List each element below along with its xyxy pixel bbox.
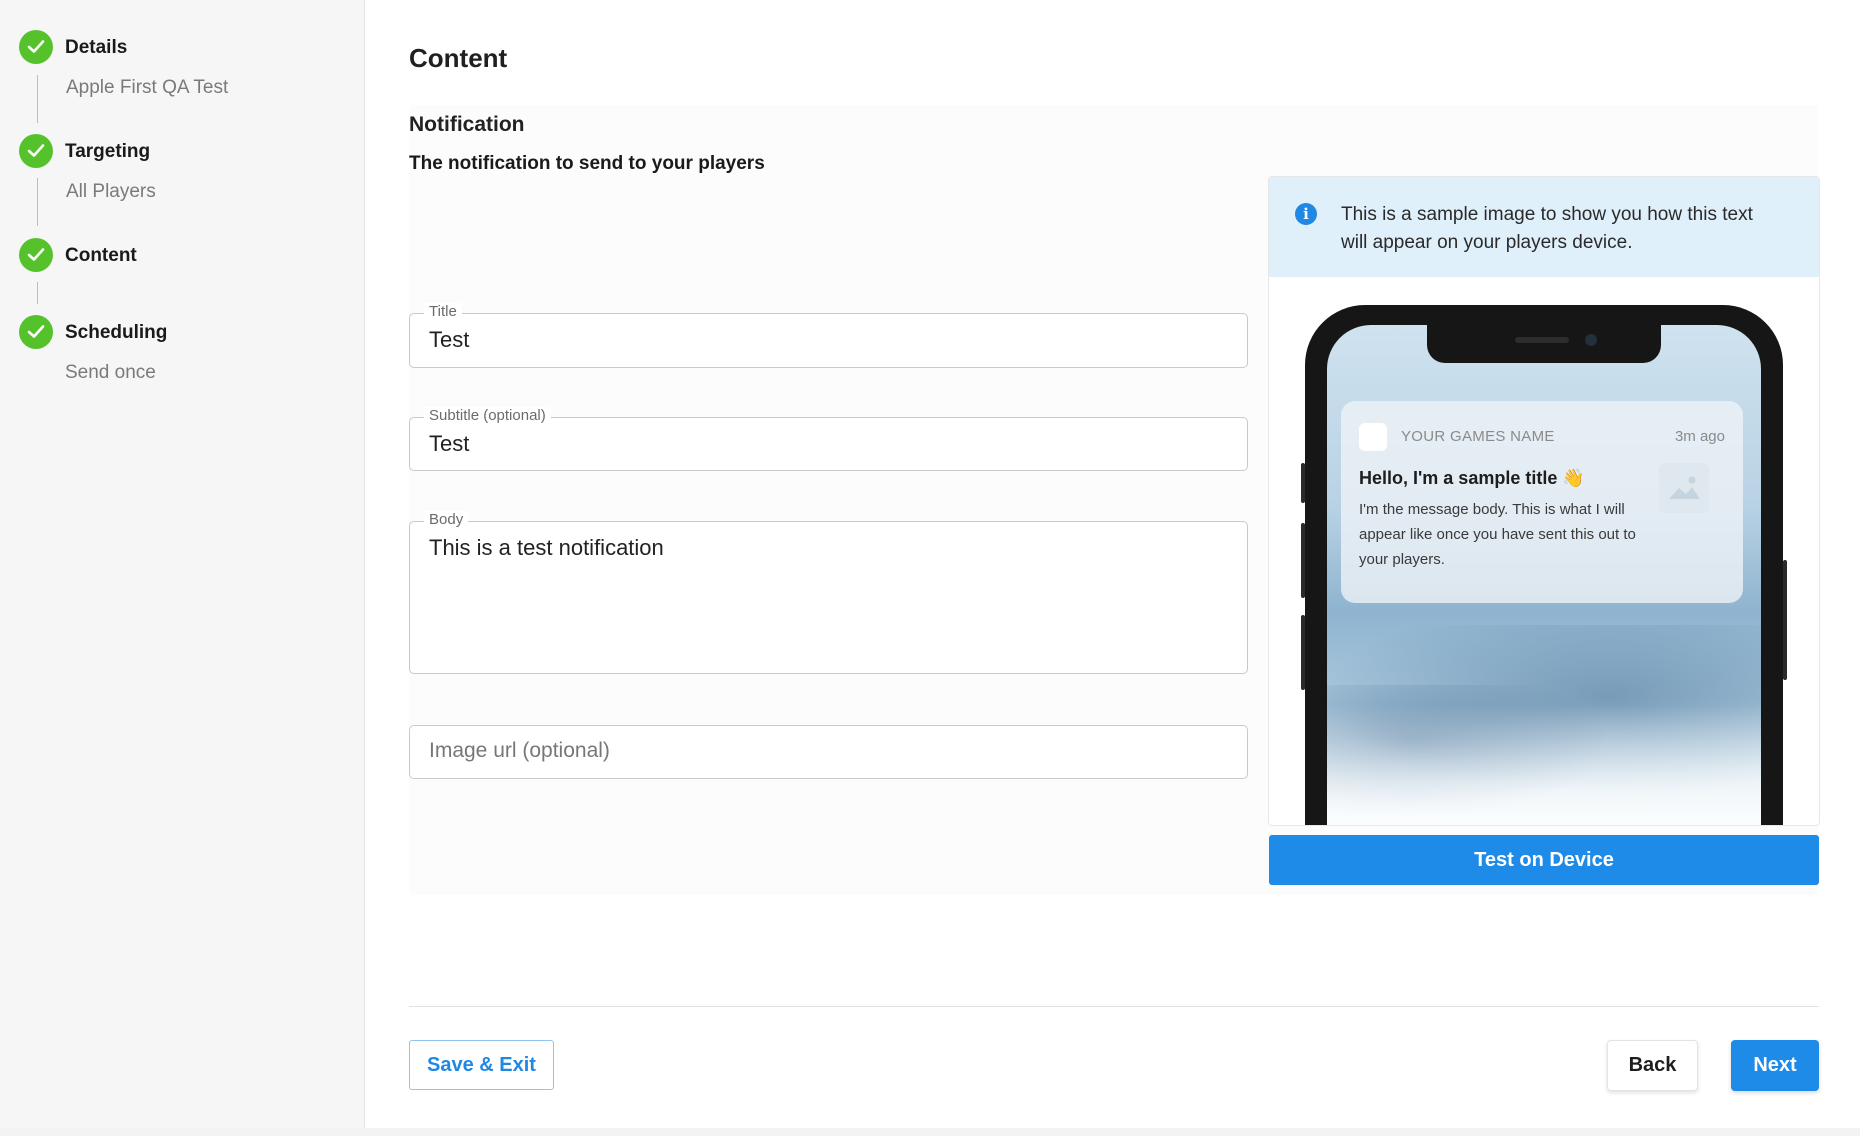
title-field-label: Title [424,303,462,320]
body-field-value[interactable]: This is a test notification [429,535,664,561]
info-icon: i [1295,203,1317,225]
phone-screen: YOUR GAMES NAME 3m ago Hello, I'm a samp… [1327,325,1761,825]
image-url-field[interactable]: Image url (optional) [409,725,1248,779]
section-subtitle: The notification to send to your players [409,153,765,174]
app-icon [1359,423,1387,451]
title-field-value[interactable]: Test [429,327,469,353]
speaker-icon [1515,337,1569,343]
next-button[interactable]: Next [1731,1040,1819,1091]
bottom-strip [0,1128,1860,1136]
image-placeholder-icon [1659,463,1709,513]
step-subtitle: Send once [65,362,156,383]
phone-side-button [1301,615,1305,690]
step-subtitle: All Players [66,181,156,202]
check-icon [19,30,53,64]
step-title: Details [65,37,128,58]
info-banner: i This is a sample image to show you how… [1269,177,1819,277]
step-subtitle: Apple First QA Test [66,77,229,98]
stepper-sidebar: Details Apple First QA Test Targeting Al… [0,0,365,1128]
notification-app-name: YOUR GAMES NAME [1401,428,1555,445]
wave-emoji-icon: 👋 [1562,468,1585,488]
device-preview: i This is a sample image to show you how… [1268,176,1820,826]
step-title: Content [65,245,137,266]
section-title: Notification [409,113,525,136]
subtitle-field-label: Subtitle (optional) [424,407,551,424]
sample-notification: YOUR GAMES NAME 3m ago Hello, I'm a samp… [1341,401,1743,603]
step-connector [37,282,38,304]
step-title: Targeting [65,141,151,162]
body-field[interactable]: Body This is a test notification [409,511,1248,674]
phone-side-button [1301,463,1305,503]
title-field[interactable]: Title Test [409,303,1248,368]
check-icon [19,238,53,272]
camera-icon [1585,334,1597,346]
save-exit-button[interactable]: Save & Exit [409,1040,554,1090]
subtitle-field-value[interactable]: Test [429,431,469,457]
back-button[interactable]: Back [1607,1040,1698,1091]
phone-side-button [1783,560,1787,680]
info-text: This is a sample image to show you how t… [1341,204,1753,253]
step-connector [37,178,38,226]
test-on-device-button[interactable]: Test on Device [1269,835,1819,885]
step-title: Scheduling [65,322,168,343]
notification-title-text: Hello, I'm a sample title [1359,468,1558,488]
notification-body: I'm the message body. This is what I wil… [1359,501,1636,568]
image-url-placeholder: Image url (optional) [429,739,610,762]
step-connector [37,75,38,123]
footer-divider [409,1006,1819,1007]
notification-time: 3m ago [1674,428,1725,445]
wallpaper-fade [1327,705,1761,825]
phone-side-button [1301,523,1305,598]
subtitle-field[interactable]: Subtitle (optional) Test [409,407,1248,471]
main-content: Content Notification The notification to… [366,0,1860,1128]
body-field-label: Body [424,511,469,528]
check-icon [19,134,53,168]
check-icon [19,315,53,349]
phone-notch [1427,325,1661,363]
phone-mockup: YOUR GAMES NAME 3m ago Hello, I'm a samp… [1301,305,1787,825]
notification-title: Hello, I'm a sample title 👋 [1359,468,1585,489]
page-title: Content [409,43,508,73]
